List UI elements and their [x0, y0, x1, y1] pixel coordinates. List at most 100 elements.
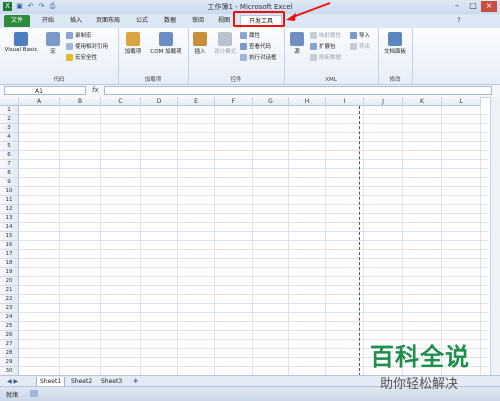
- worksheet-grid[interactable]: ABCDEFGHIJKL 1 2 3 4 5 6 7 8 9 10 11 12 13 14 15 16 17 18…: [0, 97, 500, 375]
- sheet-tab-2[interactable]: Sheet2: [68, 377, 95, 386]
- vertical-scrollbar[interactable]: [490, 97, 500, 375]
- column-header-I[interactable]: I: [326, 97, 364, 106]
- document-panel-button[interactable]: 文档面板: [380, 32, 410, 55]
- tab-insert[interactable]: 插入: [64, 15, 88, 27]
- help-icon[interactable]: ?: [454, 15, 464, 27]
- fx-icon[interactable]: fx: [92, 86, 99, 94]
- column-header-D[interactable]: D: [141, 97, 178, 106]
- row-gridline: [19, 321, 489, 322]
- column-header-H[interactable]: H: [289, 97, 326, 106]
- formula-input[interactable]: [104, 86, 492, 95]
- row-header-19[interactable]: 19: [0, 268, 19, 277]
- row-header-24[interactable]: 24: [0, 313, 19, 322]
- column-header-L[interactable]: L: [442, 97, 481, 106]
- run-dialog-button[interactable]: 执行对话框: [240, 54, 277, 63]
- insert-control-button[interactable]: 插入: [190, 32, 210, 55]
- maximize-icon[interactable]: □: [465, 1, 481, 12]
- row-header-20[interactable]: 20: [0, 277, 19, 286]
- properties-button[interactable]: 属性: [240, 32, 260, 41]
- column-gridline: [441, 106, 442, 375]
- group-modify: 文档面板 修改: [378, 28, 413, 84]
- import-icon: [350, 32, 357, 39]
- addins-button[interactable]: 加载项: [122, 32, 144, 55]
- com-addins-button[interactable]: COM 加载项: [146, 32, 186, 55]
- row-header-25[interactable]: 25: [0, 322, 19, 331]
- sheet-nav-icon[interactable]: ◀ ▶: [4, 377, 21, 386]
- row-header-1[interactable]: 1: [0, 106, 19, 115]
- row-header-7[interactable]: 7: [0, 160, 19, 169]
- row-gridline: [19, 249, 489, 250]
- column-header-E[interactable]: E: [178, 97, 215, 106]
- design-mode-button[interactable]: 设计模式: [210, 32, 240, 55]
- row-header-15[interactable]: 15: [0, 232, 19, 241]
- group-modify-label: 修改: [389, 77, 401, 83]
- sheet-tab-3[interactable]: Sheet3: [98, 377, 125, 386]
- row-header-18[interactable]: 18: [0, 259, 19, 268]
- row-header-17[interactable]: 17: [0, 250, 19, 259]
- export-button[interactable]: 导出: [350, 43, 370, 52]
- tab-review[interactable]: 审阅: [186, 15, 210, 27]
- row-header-27[interactable]: 27: [0, 340, 19, 349]
- expansion-packs-button[interactable]: 扩展包: [310, 43, 336, 52]
- row-header-23[interactable]: 23: [0, 304, 19, 313]
- relative-reference-button[interactable]: 使用相对引用: [66, 43, 108, 52]
- macro-record-icon[interactable]: [30, 390, 38, 397]
- column-header-G[interactable]: G: [253, 97, 289, 106]
- row-header-22[interactable]: 22: [0, 295, 19, 304]
- row-header-2[interactable]: 2: [0, 115, 19, 124]
- row-header-16[interactable]: 16: [0, 241, 19, 250]
- row-gridline: [19, 330, 489, 331]
- row-header-26[interactable]: 26: [0, 331, 19, 340]
- developer-tab-highlight: [233, 11, 285, 27]
- visual-basic-button[interactable]: Visual Basic: [2, 32, 40, 53]
- row-header-11[interactable]: 11: [0, 196, 19, 205]
- column-gridline: [177, 106, 178, 375]
- macro-security-button[interactable]: 宏安全性: [66, 54, 97, 63]
- view-code-button[interactable]: 查看代码: [240, 43, 271, 52]
- record-macro-button[interactable]: 录制宏: [66, 32, 92, 41]
- source-button[interactable]: 源: [288, 32, 306, 55]
- map-properties-button[interactable]: 映射属性: [310, 32, 341, 41]
- row-header-8[interactable]: 8: [0, 169, 19, 178]
- row-header-29[interactable]: 29: [0, 358, 19, 367]
- row-header-6[interactable]: 6: [0, 151, 19, 160]
- row-header-4[interactable]: 4: [0, 133, 19, 142]
- refresh-icon: [310, 54, 317, 61]
- relative-reference-icon: [66, 43, 73, 50]
- column-gridline: [140, 106, 141, 375]
- column-header-B[interactable]: B: [60, 97, 101, 106]
- row-gridline: [19, 195, 489, 196]
- row-header-9[interactable]: 9: [0, 178, 19, 187]
- row-header-28[interactable]: 28: [0, 349, 19, 358]
- import-button[interactable]: 导入: [350, 32, 370, 41]
- column-gridline: [325, 106, 326, 375]
- close-icon[interactable]: ×: [481, 1, 497, 12]
- row-gridline: [19, 177, 489, 178]
- name-box[interactable]: A1: [4, 86, 86, 95]
- tab-page-layout[interactable]: 页面布局: [91, 15, 125, 27]
- tab-data[interactable]: 数据: [158, 15, 182, 27]
- minimize-icon[interactable]: –: [449, 1, 465, 12]
- tab-formulas[interactable]: 公式: [130, 15, 154, 27]
- row-header-21[interactable]: 21: [0, 286, 19, 295]
- select-all-corner[interactable]: [0, 97, 19, 106]
- column-header-J[interactable]: J: [364, 97, 403, 106]
- row-header-30[interactable]: 30: [0, 367, 19, 375]
- column-header-K[interactable]: K: [403, 97, 442, 106]
- row-header-3[interactable]: 3: [0, 124, 19, 133]
- watermark-main: 百科全说: [370, 343, 470, 371]
- row-header-10[interactable]: 10: [0, 187, 19, 196]
- row-header-14[interactable]: 14: [0, 223, 19, 232]
- row-gridline: [19, 222, 489, 223]
- column-header-A[interactable]: A: [19, 97, 60, 106]
- refresh-data-button[interactable]: 刷新数据: [310, 54, 341, 63]
- macros-button[interactable]: 宏: [44, 32, 62, 55]
- tab-home[interactable]: 开始: [36, 15, 60, 27]
- row-header-5[interactable]: 5: [0, 142, 19, 151]
- column-header-F[interactable]: F: [215, 97, 253, 106]
- row-header-12[interactable]: 12: [0, 205, 19, 214]
- insert-sheet-icon[interactable]: ✚: [130, 377, 141, 386]
- tab-file[interactable]: 文件: [4, 15, 30, 27]
- row-header-13[interactable]: 13: [0, 214, 19, 223]
- column-header-C[interactable]: C: [101, 97, 141, 106]
